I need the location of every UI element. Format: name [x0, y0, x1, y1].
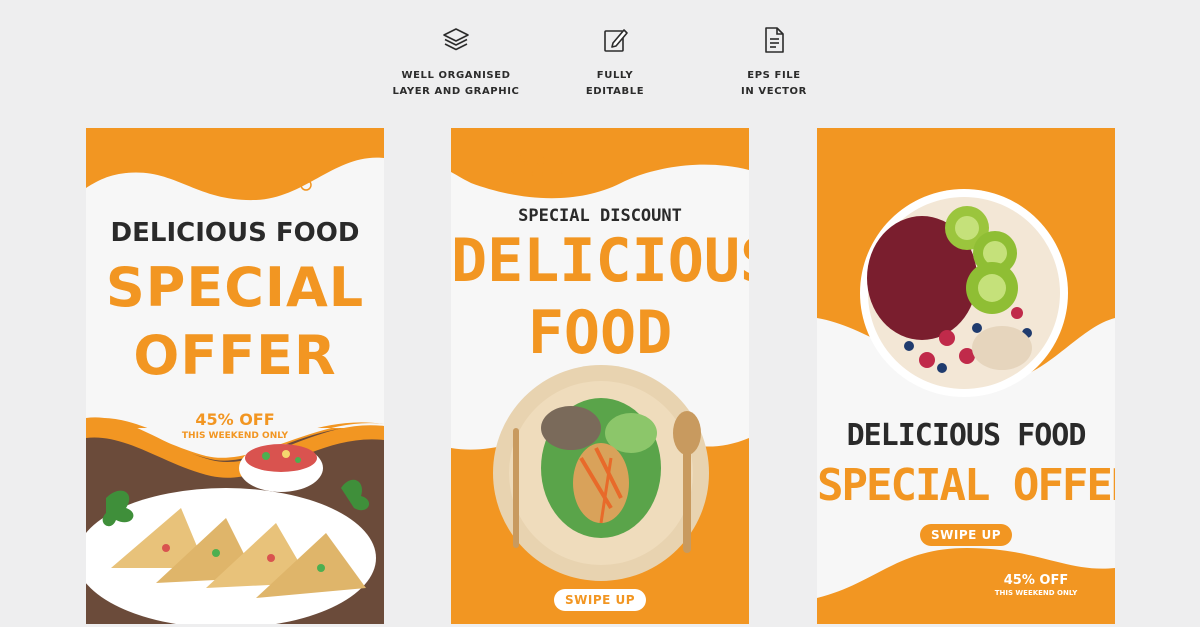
card2-subtext: THIS WEEKEND ONLY	[490, 170, 574, 178]
card2-discount: 45% OFF	[494, 152, 570, 170]
swipe-up-button[interactable]: SWIPE UP	[920, 524, 1012, 546]
edit-icon	[604, 29, 628, 52]
feature-line2: IN VECTOR	[741, 86, 807, 97]
card3-headline: DELICIOUS FOOD	[846, 418, 1087, 453]
card3-discount: 45% OFF	[1003, 573, 1069, 588]
card3-subtext: THIS WEEKEND ONLY	[994, 589, 1078, 597]
card3-title: SPECIAL OFFER	[817, 460, 1115, 511]
feature-line1: WELL ORGANISED	[401, 70, 511, 81]
card1-title1: SPECIAL	[105, 256, 365, 319]
file-icon	[765, 27, 784, 53]
card-background	[817, 128, 1115, 624]
card2-title1: DELICIOUS	[451, 226, 749, 296]
feature-line1: FULLY	[596, 70, 634, 81]
feature-line1: EPS FILE	[747, 70, 801, 81]
feature-line2: LAYER AND GRAPHIC	[392, 86, 520, 97]
story-card-3: DELICIOUS FOOD SPECIAL OFFER SWIPE UP 45…	[817, 128, 1115, 624]
svg-text:+: +	[168, 155, 181, 174]
swipe-up-button[interactable]: SWIPE UP	[554, 589, 646, 611]
feature-line2: EDITABLE	[585, 86, 645, 97]
layers-icon	[443, 28, 469, 51]
card2-headline: SPECIAL DISCOUNT	[518, 206, 682, 226]
card1-title2: OFFER	[133, 324, 337, 387]
features-row: WELL ORGANISED LAYER AND GRAPHIC FULLY E…	[0, 0, 1200, 110]
card-background	[451, 128, 749, 624]
feature-layers: WELL ORGANISED LAYER AND GRAPHIC	[376, 26, 536, 100]
card2-title2: FOOD	[527, 298, 673, 368]
story-card-1: + DELICIOUS FOOD SPECIAL OFFER 45% OFF T…	[86, 128, 384, 624]
card1-discount: 45% OFF	[195, 410, 275, 429]
feature-eps: EPS FILE IN VECTOR	[694, 26, 854, 100]
story-card-2: 45% OFF THIS WEEKEND ONLY SPECIAL DISCOU…	[451, 128, 749, 624]
card1-subtext: THIS WEEKEND ONLY	[181, 431, 289, 441]
card1-headline: DELICIOUS FOOD	[110, 218, 360, 248]
feature-editable: FULLY EDITABLE	[535, 26, 695, 100]
